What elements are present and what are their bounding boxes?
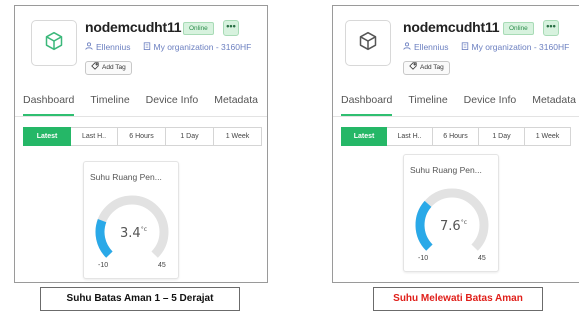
more-options-button[interactable]: ••• [543, 20, 559, 36]
device-meta: Ellennius My organization - 3160HF [403, 42, 569, 52]
device-panel-right: nodemcudht11 Online ••• Ellennius My org… [332, 5, 579, 283]
owner-link[interactable]: Ellennius [96, 42, 131, 52]
tab-timeline[interactable]: Timeline [90, 94, 129, 114]
range-1-week[interactable]: 1 Week [214, 127, 262, 146]
device-meta: Ellennius My organization - 3160HF [85, 42, 251, 52]
range-6-hours[interactable]: 6 Hours [433, 127, 479, 146]
range-6-hours[interactable]: 6 Hours [118, 127, 166, 146]
add-tag-label: Add Tag [102, 64, 126, 71]
temperature-gauge-card[interactable]: Suhu Ruang Pen... 7.6°c -10 45 [403, 154, 499, 272]
gauge-unit: °c [140, 226, 147, 233]
gauge-fill [415, 200, 433, 251]
more-options-button[interactable]: ••• [223, 20, 239, 36]
caption-safe-range: Suhu Batas Aman 1 – 5 Derajat [40, 287, 240, 311]
caption-unsafe-range: Suhu Melewati Batas Aman [373, 287, 543, 311]
device-avatar [345, 20, 391, 66]
range-latest[interactable]: Latest [341, 127, 387, 146]
tab-divider [333, 116, 579, 117]
tab-bar: Dashboard Timeline Device Info Metadata [23, 94, 267, 116]
range-1-day[interactable]: 1 Day [166, 127, 214, 146]
gauge-fill [95, 219, 113, 258]
user-icon [85, 42, 93, 52]
gauge-min-label: -10 [98, 262, 109, 269]
status-badge: Online [503, 22, 534, 35]
gauge-value: 7.6°c [440, 219, 467, 234]
add-tag-label: Add Tag [420, 64, 444, 71]
gauge-unit: °c [460, 219, 467, 226]
tab-dashboard[interactable]: Dashboard [341, 94, 393, 116]
tab-metadata[interactable]: Metadata [532, 94, 576, 114]
owner-link[interactable]: Ellennius [414, 42, 449, 52]
tab-dashboard[interactable]: Dashboard [23, 94, 75, 116]
tab-timeline[interactable]: Timeline [408, 94, 447, 114]
add-tag-button[interactable]: Add Tag [85, 61, 132, 75]
cube-icon [44, 31, 64, 56]
gauge-value-number: 3.4 [120, 226, 141, 241]
time-range-selector: Latest Last H.. 6 Hours 1 Day 1 Week [341, 127, 571, 146]
tab-device-info[interactable]: Device Info [146, 94, 199, 114]
tab-metadata[interactable]: Metadata [214, 94, 258, 114]
tag-icon [91, 61, 99, 75]
tag-icon [409, 61, 417, 75]
tab-divider [15, 116, 267, 117]
gauge-max-label: 45 [158, 262, 166, 269]
range-latest[interactable]: Latest [23, 127, 71, 146]
add-tag-button[interactable]: Add Tag [403, 61, 450, 75]
building-icon [143, 42, 151, 52]
range-1-day[interactable]: 1 Day [479, 127, 525, 146]
tab-bar: Dashboard Timeline Device Info Metadata [341, 94, 579, 116]
organization-link[interactable]: My organization - 3160HF [472, 42, 570, 52]
user-icon [403, 42, 411, 52]
gauge-max-label: 45 [478, 255, 486, 262]
range-last-hour[interactable]: Last H.. [387, 127, 433, 146]
device-avatar [31, 20, 77, 66]
cube-icon [358, 31, 378, 56]
tab-device-info[interactable]: Device Info [464, 94, 517, 114]
gauge-value: 3.4°c [120, 226, 147, 241]
device-name: nodemcudht11 [85, 19, 182, 35]
building-icon [461, 42, 469, 52]
gauge-min-label: -10 [418, 255, 429, 262]
device-name: nodemcudht11 [403, 19, 500, 35]
range-last-hour[interactable]: Last H.. [71, 127, 118, 146]
range-1-week[interactable]: 1 Week [525, 127, 571, 146]
time-range-selector: Latest Last H.. 6 Hours 1 Day 1 Week [23, 127, 262, 146]
temperature-gauge-card[interactable]: Suhu Ruang Pen... 3.4°c -10 45 [83, 161, 179, 279]
organization-link[interactable]: My organization - 3160HF [154, 42, 252, 52]
gauge-value-number: 7.6 [440, 219, 461, 234]
status-badge: Online [183, 22, 214, 35]
device-panel-left: nodemcudht11 Online ••• Ellennius My org… [14, 5, 268, 283]
